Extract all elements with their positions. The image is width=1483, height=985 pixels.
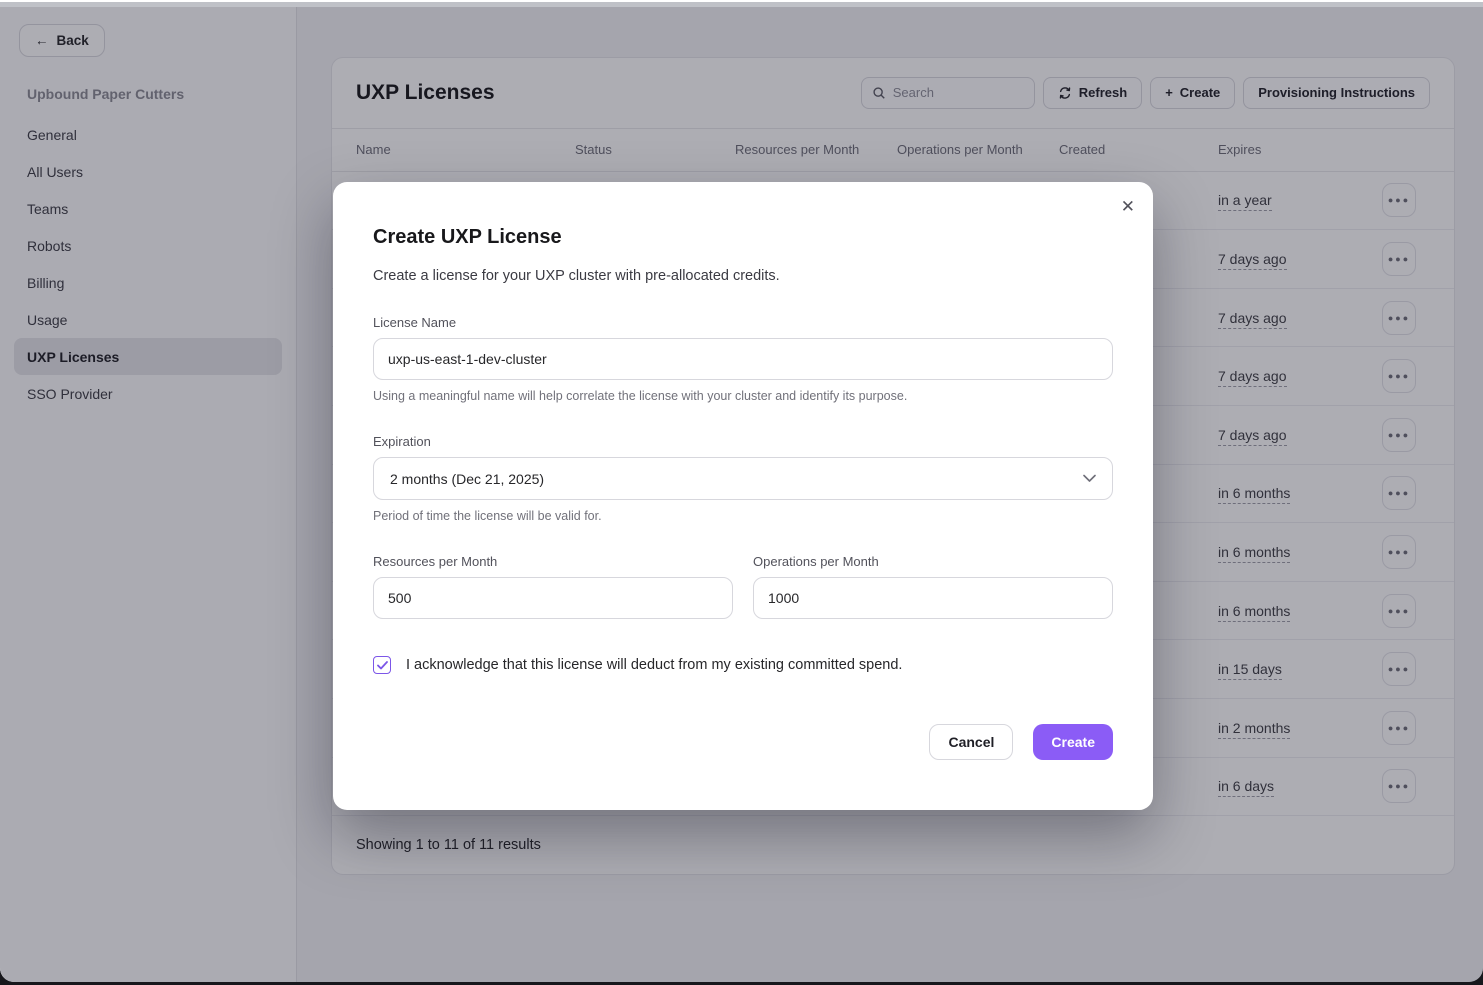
- modal-description: Create a license for your UXP cluster wi…: [373, 268, 1113, 284]
- cancel-button[interactable]: Cancel: [929, 724, 1013, 760]
- close-icon: ✕: [1121, 197, 1135, 216]
- create-license-modal: ✕ Create UXP License Create a license fo…: [333, 182, 1153, 810]
- expiration-helper: Period of time the license will be valid…: [373, 509, 1113, 523]
- modal-actions: Cancel Create: [373, 724, 1113, 760]
- chevron-down-icon: [1083, 474, 1096, 483]
- modal-create-button[interactable]: Create: [1033, 724, 1113, 760]
- license-name-input[interactable]: [373, 338, 1113, 380]
- check-icon: [377, 661, 388, 670]
- screen: ← Back Upbound Paper Cutters General All…: [0, 0, 1483, 985]
- close-button[interactable]: ✕: [1121, 198, 1135, 215]
- acknowledge-row: I acknowledge that this license will ded…: [373, 656, 1113, 674]
- acknowledge-label: I acknowledge that this license will ded…: [406, 657, 902, 673]
- operations-input[interactable]: [753, 577, 1113, 619]
- resources-input[interactable]: [373, 577, 733, 619]
- app-window: ← Back Upbound Paper Cutters General All…: [0, 7, 1483, 982]
- resources-label: Resources per Month: [373, 554, 733, 569]
- operations-label: Operations per Month: [753, 554, 1113, 569]
- expiration-label: Expiration: [373, 434, 1113, 449]
- acknowledge-checkbox[interactable]: [373, 656, 391, 674]
- license-name-label: License Name: [373, 315, 1113, 330]
- expiration-value: 2 months (Dec 21, 2025): [390, 471, 544, 487]
- expiration-select[interactable]: 2 months (Dec 21, 2025): [373, 457, 1113, 500]
- license-name-helper: Using a meaningful name will help correl…: [373, 389, 1113, 403]
- modal-title: Create UXP License: [373, 182, 1113, 249]
